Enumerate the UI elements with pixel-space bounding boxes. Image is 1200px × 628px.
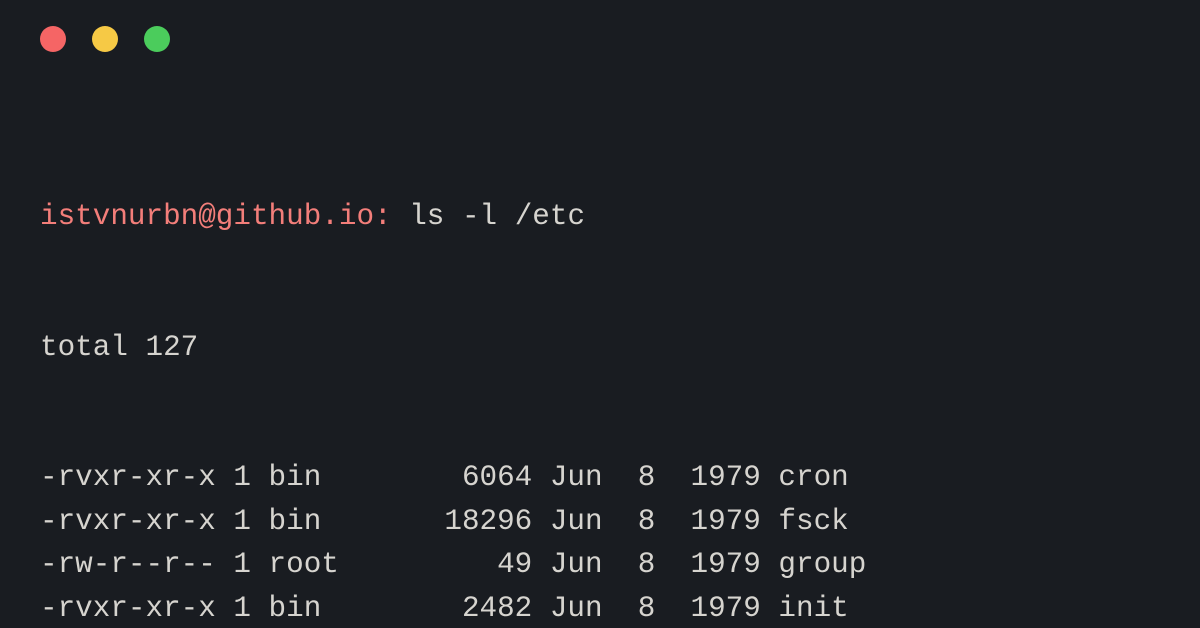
listing-row: -rvxr-xr-x 1 bin 2482 Jun 8 1979 init — [40, 587, 1160, 628]
listing-rows: -rvxr-xr-x 1 bin 6064 Jun 8 1979 cron-rv… — [40, 456, 1160, 628]
listing-row: -rvxr-xr-x 1 bin 6064 Jun 8 1979 cron — [40, 456, 1160, 500]
listing-row: -rw-r--r-- 1 root 49 Jun 8 1979 group — [40, 543, 1160, 587]
total-line: total 127 — [40, 326, 1160, 370]
terminal-output[interactable]: istvnurbn@github.io: ls -l /etc total 12… — [40, 108, 1160, 628]
terminal-window: istvnurbn@github.io: ls -l /etc total 12… — [0, 0, 1200, 628]
zoom-icon[interactable] — [144, 26, 170, 52]
prompt-command: ls -l /etc — [409, 200, 585, 233]
prompt-user-host: istvnurbn@github.io: — [40, 200, 392, 233]
close-icon[interactable] — [40, 26, 66, 52]
window-titlebar — [40, 26, 170, 52]
listing-row: -rvxr-xr-x 1 bin 18296 Jun 8 1979 fsck — [40, 500, 1160, 544]
prompt-line: istvnurbn@github.io: ls -l /etc — [40, 195, 1160, 239]
minimize-icon[interactable] — [92, 26, 118, 52]
